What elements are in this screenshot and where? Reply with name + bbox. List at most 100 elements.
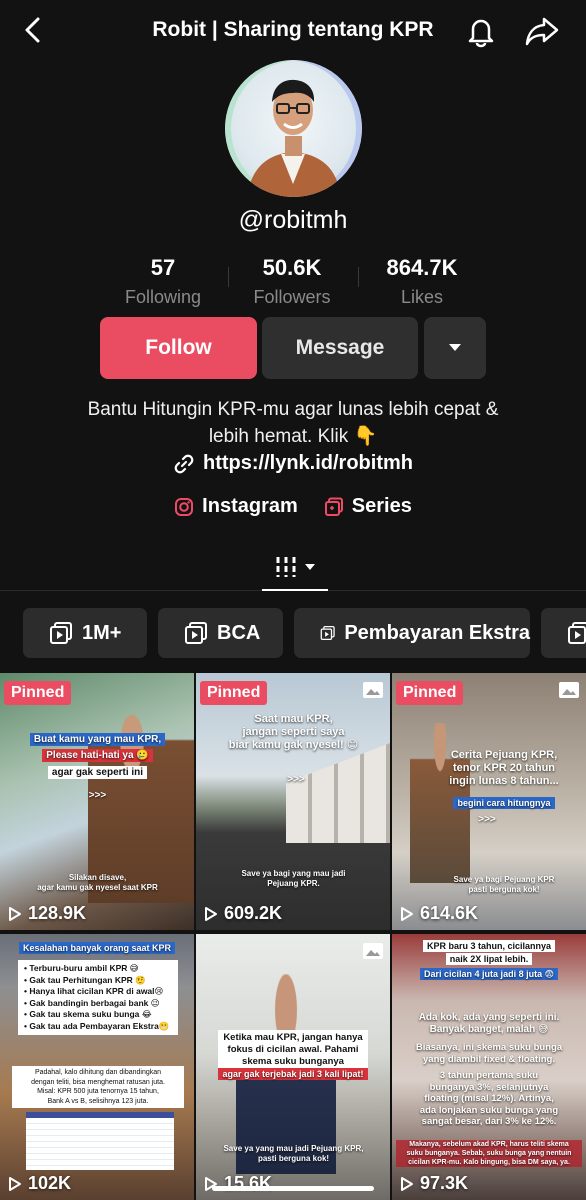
video-caption: Makanya, sebelum akad KPR, harus teliti …: [396, 1140, 582, 1167]
stat-divider: [358, 267, 359, 287]
bullet-item: • Gak tau Perhitungan KPR 🤨: [24, 974, 146, 985]
followers-label: Followers: [253, 287, 331, 307]
series-icon: [324, 497, 343, 516]
profile-stats: 57 Following 50.6K Followers 864.7K Like…: [0, 255, 586, 315]
view-count: 97.3K: [400, 1173, 468, 1194]
photo-icon: [363, 943, 383, 959]
bio-link-text: https://lynk.id/robitmh: [203, 452, 413, 474]
video-caption: Silakan disave, agar kamu gak nyesel saat…: [37, 873, 158, 892]
pinned-badge: Pinned: [396, 681, 464, 705]
playlist-chip-label: BCA: [217, 621, 261, 644]
play-icon: [401, 906, 413, 921]
view-count: 614.6K: [400, 903, 478, 924]
photo-icon: [559, 682, 579, 698]
instagram-link[interactable]: Instagram: [174, 495, 298, 518]
view-count: 128.9K: [8, 903, 86, 924]
caret-down-icon: [305, 564, 315, 570]
bullet-item: • Gak tau skema suku bunga 😂: [24, 1009, 152, 1019]
playlist-icon: [185, 622, 207, 644]
stat-followers[interactable]: 50.6K Followers: [232, 255, 352, 308]
video-thumbnail[interactable]: Pinned Buat kamu yang mau KPR, Please ha…: [0, 673, 194, 930]
videos-grid-icon: [276, 557, 296, 577]
home-indicator: [212, 1186, 374, 1191]
bullet-list: • Terburu-buru ambil KPR 😅 • Gak tau Per…: [18, 960, 178, 1035]
follow-button[interactable]: Follow: [100, 317, 257, 379]
bio-link[interactable]: https://lynk.id/robitmh: [0, 452, 586, 475]
playlist-icon: [320, 625, 335, 641]
more-options-button[interactable]: [424, 317, 486, 379]
instagram-label: Instagram: [202, 495, 298, 517]
tab-videos[interactable]: [262, 545, 328, 591]
video-caption: Kesalahan banyak orang saat KPR: [4, 942, 190, 955]
playlist-chip-label: Pembayaran Ekstra: [344, 621, 530, 644]
note-line: Bank A vs B, selisihnya 123 juta.: [47, 1097, 149, 1105]
playlist-chip[interactable]: [541, 608, 586, 658]
following-label: Following: [124, 287, 202, 307]
view-count: 609.2K: [204, 903, 282, 924]
username: @robitmh: [238, 206, 348, 234]
video-thumbnail[interactable]: Ketika mau KPR, jangan hanya fokus di ci…: [196, 934, 390, 1200]
playlist-chip[interactable]: 1M+: [23, 608, 147, 658]
link-icon: [174, 454, 194, 473]
video-thumbnail[interactable]: KPR baru 3 tahun, cicilannya naik 2X lipa…: [392, 934, 586, 1200]
play-icon: [9, 906, 21, 921]
avatar[interactable]: [225, 60, 362, 197]
bell-icon[interactable]: [464, 14, 498, 48]
series-link[interactable]: Series: [324, 495, 412, 518]
video-thumbnail[interactable]: Pinned Cerita Pejuang KPR, tenor KPR 20 t…: [392, 673, 586, 930]
caption-box: Ketika mau KPR, jangan hanya fokus di ci…: [218, 1030, 368, 1070]
video-caption: Save ya bagi Pejuang KPR pasti berguna ko…: [453, 875, 555, 894]
bullet-item: • Hanya lihat cicilan KPR di awal😢: [24, 986, 164, 996]
play-icon: [205, 906, 217, 921]
message-button[interactable]: Message: [262, 317, 418, 379]
video-caption: Cerita Pejuang KPR, tenor KPR 20 tahun ing…: [449, 749, 559, 787]
bullet-item: • Terburu-buru ambil KPR 😅: [24, 963, 139, 973]
content-tabs: [0, 545, 586, 591]
video-caption: Save ya bagi yang mau jadi Pejuang KPR.: [241, 869, 346, 888]
following-count: 57: [150, 255, 176, 280]
caret-down-icon: [449, 344, 461, 351]
social-links: Instagram Series: [0, 495, 586, 518]
share-icon[interactable]: [524, 14, 560, 48]
video-caption: Buat kamu yang mau KPR,: [10, 733, 185, 746]
play-icon: [401, 1176, 413, 1191]
video-caption: agar gak terjebak jadi 3 kali lipat!: [210, 1068, 376, 1081]
note-line: Misal: KPR 500 juta tenornya 15 tahun,: [37, 1088, 159, 1095]
video-caption: >>>: [287, 774, 305, 785]
stat-likes[interactable]: 864.7K Likes: [362, 255, 482, 308]
video-caption: 3 tahun pertama suku bunganya 3%, selanju…: [419, 1070, 559, 1127]
video-thumbnail[interactable]: Kesalahan banyak orang saat KPR • Terbur…: [0, 934, 194, 1200]
playlist-chip-label: 1M+: [82, 621, 122, 644]
bio-line: Bantu Hitungin KPR-mu agar lunas lebih c…: [87, 399, 499, 420]
top-bar: Robit | Sharing tentang KPR: [0, 0, 586, 62]
play-icon: [9, 1176, 21, 1191]
video-caption: Please hati-hati ya 🥲: [10, 749, 185, 762]
instagram-icon: [175, 497, 194, 516]
followers-count: 50.6K: [262, 255, 322, 280]
video-thumbnail[interactable]: Pinned Saat mau KPR, jangan seperti saya b…: [196, 673, 390, 930]
video-caption: Save ya yang mau jadi Pejuang KPR, pasti …: [223, 1144, 364, 1163]
video-grid: Pinned Buat kamu yang mau KPR, Please ha…: [0, 673, 586, 1200]
video-caption: Saat mau KPR, jangan seperti saya biar kam…: [228, 713, 359, 751]
bullet-item: • Gak bandingin berbagai bank 😉: [24, 997, 160, 1008]
pinned-badge: Pinned: [200, 681, 268, 705]
video-caption: skema suku bunganya: [242, 1056, 344, 1067]
playlist-chip[interactable]: Pembayaran Ekstra: [294, 608, 530, 658]
note-box: Padahal, kalo dihitung dan dibandingkan …: [12, 1066, 184, 1108]
video-caption: begini cara hitungnya: [422, 797, 586, 810]
likes-count: 864.7K: [386, 255, 458, 280]
video-caption: Ada kok, ada yang seperti ini. Banyak ban…: [418, 1012, 560, 1035]
video-caption: Ketika mau KPR, jangan hanya: [223, 1032, 363, 1043]
bullet-item: • Gak tau ada Pembayaran Ekstra😬: [24, 1020, 170, 1031]
playlist-icon: [50, 622, 72, 644]
bio-line: lebih hemat. Klik 👇: [208, 426, 378, 447]
playlist-chip[interactable]: BCA: [158, 608, 283, 658]
playlist-chips: 1M+ BCA Pembayaran Ekstra: [0, 608, 586, 660]
likes-label: Likes: [400, 287, 444, 307]
video-caption: >>>: [88, 790, 107, 801]
stat-following[interactable]: 57 Following: [103, 255, 223, 308]
note-line: dengan teliti, bisa menghemat ratusan ju…: [31, 1078, 165, 1086]
bio: Bantu Hitungin KPR-mu agar lunas lebih c…: [50, 396, 536, 450]
pinned-badge: Pinned: [4, 681, 72, 705]
comparison-table: [26, 1112, 174, 1170]
